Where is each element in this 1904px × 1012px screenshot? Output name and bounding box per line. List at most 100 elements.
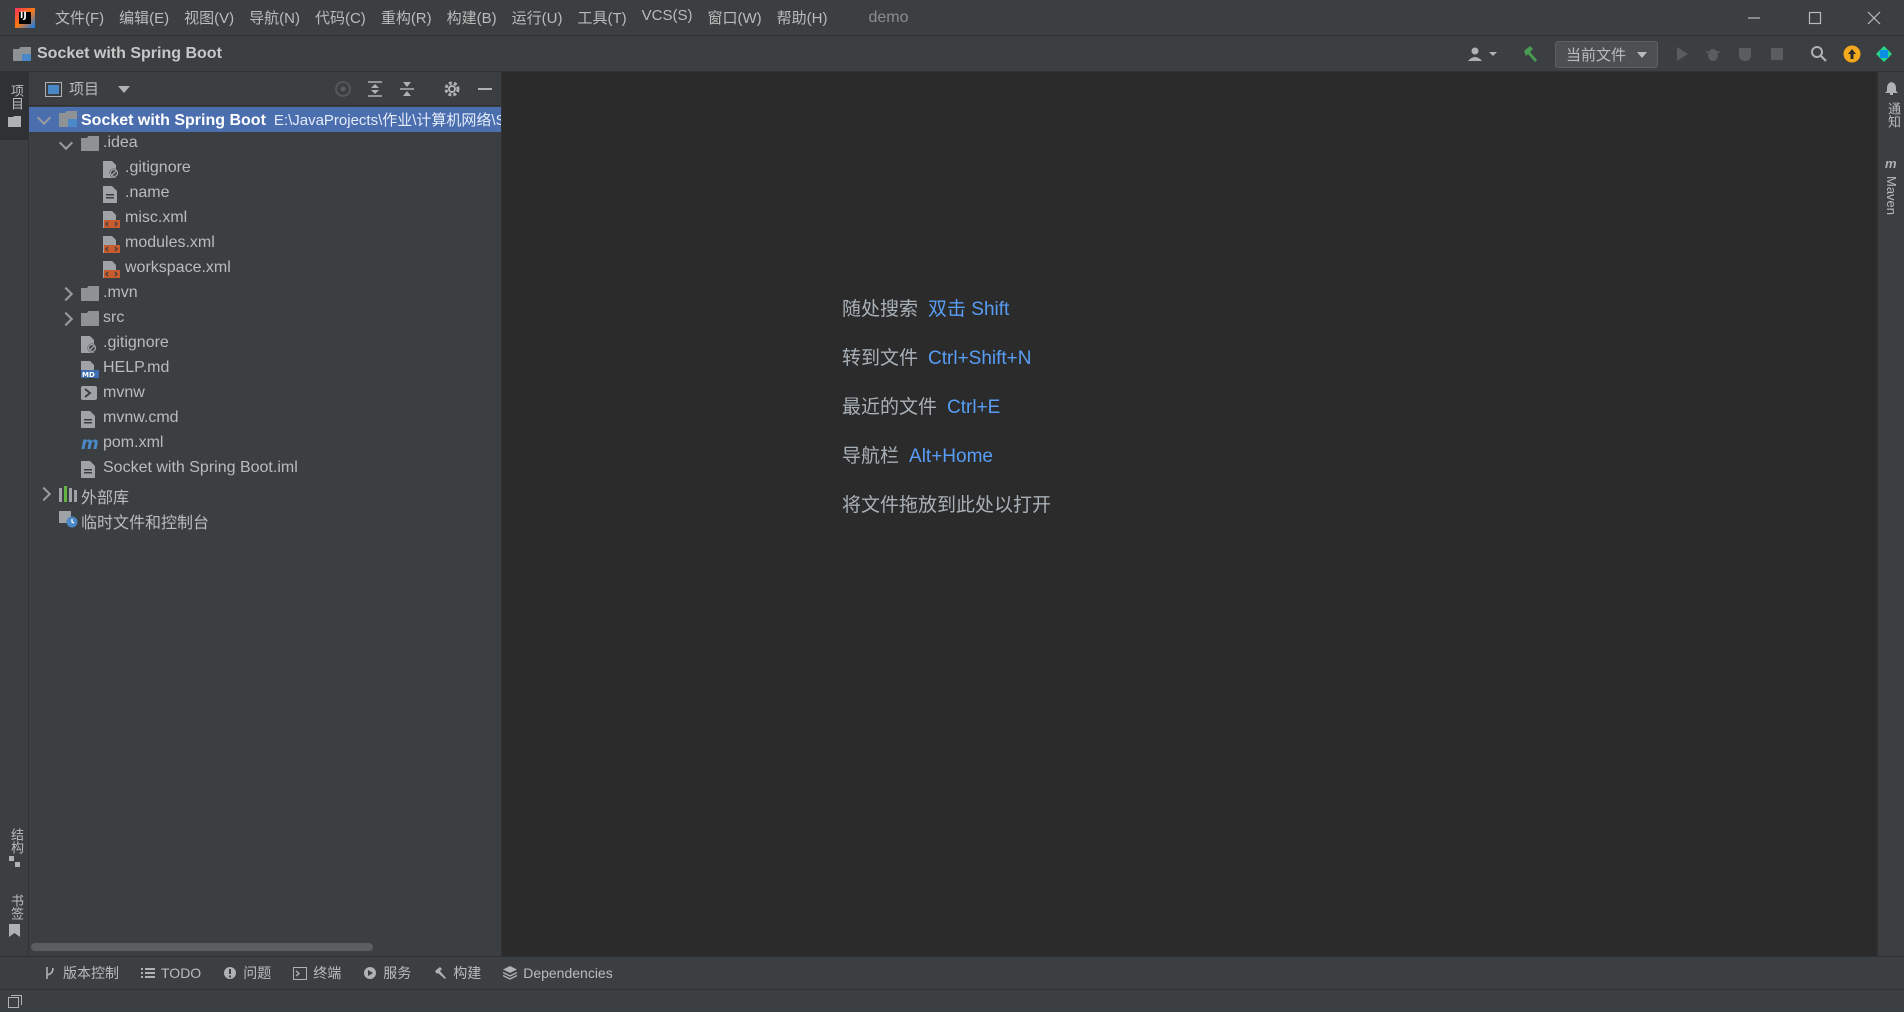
collapse-all-icon[interactable] (398, 80, 416, 98)
tree-row[interactable]: m pom.xml (29, 432, 501, 457)
gitignore-file-icon (103, 161, 119, 178)
tree-item-label: src (103, 309, 125, 326)
run-configuration-label: 当前文件 (1566, 47, 1627, 64)
tree-row[interactable]: Socket with Spring Boot.iml (29, 457, 501, 482)
tree-row[interactable]: 临时文件和控制台 (29, 507, 501, 532)
menu-item[interactable]: VCS(S) (642, 7, 693, 28)
maven-tool-tab[interactable]: m Maven (1878, 154, 1904, 234)
tree-row[interactable]: misc.xml (29, 207, 501, 232)
tree-row[interactable]: MD HELP.md (29, 357, 501, 382)
intellij-logo-icon: IJ (15, 7, 35, 28)
chevron-down-icon[interactable] (118, 86, 130, 94)
breadcrumb-project[interactable]: Socket with Spring Boot (37, 45, 222, 63)
run-with-coverage-icon[interactable] (1737, 46, 1753, 62)
menu-item[interactable]: 代码(C) (315, 7, 366, 28)
maximize-button[interactable] (1790, 0, 1840, 35)
horizontal-scrollbar[interactable] (31, 943, 373, 951)
tree-row[interactable]: mvnw.cmd (29, 407, 501, 432)
module-icon (59, 111, 77, 127)
debug-icon[interactable] (1705, 46, 1721, 62)
search-icon[interactable] (1810, 45, 1828, 63)
close-icon (1867, 11, 1881, 24)
hint-text: 转到文件 (842, 348, 919, 369)
run-configuration-select[interactable]: 当前文件 (1555, 41, 1658, 68)
menu-item[interactable]: 导航(N) (249, 7, 300, 28)
tree-item-text: .name (125, 184, 169, 202)
menu-item[interactable]: 文件(F) (55, 7, 104, 28)
tree-row[interactable]: mvnw (29, 382, 501, 407)
tree-row[interactable]: .gitignore (29, 157, 501, 182)
file-icon (103, 186, 117, 203)
project-view-selector[interactable]: 项目 (69, 78, 99, 99)
bottom-tab-label: 终端 (313, 965, 342, 981)
expand-all-icon[interactable] (366, 80, 384, 98)
notifications-tool-tab[interactable]: 通知 (1878, 78, 1904, 138)
bottom-tab[interactable]: TODO (141, 963, 201, 983)
gear-icon[interactable] (443, 80, 461, 98)
hint-text: 随处搜索 (842, 299, 919, 320)
chevron-down-icon[interactable] (58, 135, 74, 151)
tree-row[interactable]: Socket with Spring Boot E:\JavaProjects\作… (29, 107, 501, 132)
project-tree: Socket with Spring Boot E:\JavaProjects\作… (29, 107, 501, 532)
bottom-tab[interactable]: 问题 (223, 963, 271, 983)
xml-file-icon (103, 211, 120, 228)
hide-panel-icon[interactable] (476, 80, 494, 98)
window-title: demo (868, 8, 909, 26)
bottom-tab-label: Dependencies (523, 965, 613, 981)
menu-item[interactable]: 窗口(W) (707, 7, 761, 28)
bottom-tab[interactable]: 服务 (363, 963, 411, 983)
file-icon (81, 411, 95, 428)
chevron-down-icon[interactable] (36, 110, 52, 126)
chevron-right-icon[interactable] (58, 286, 74, 302)
project-tool-tab[interactable]: 项目 (0, 72, 28, 140)
tree-item-text: 外部库 (81, 484, 129, 508)
tree-item-text: HELP.md (103, 359, 169, 377)
bottom-tab[interactable]: 终端 (293, 963, 341, 983)
account-icon[interactable] (1467, 46, 1499, 62)
tree-row[interactable]: .name (29, 182, 501, 207)
tree-row[interactable]: src (29, 307, 501, 332)
select-opened-file-icon[interactable] (334, 80, 352, 98)
bottom-tab[interactable]: 版本控制 (43, 963, 119, 983)
xml-file-icon (103, 236, 120, 253)
jetbrains-toolbox-icon[interactable] (1875, 45, 1893, 63)
hint-shortcut: Ctrl+E (947, 397, 1001, 418)
bottom-tab-label: TODO (161, 965, 202, 981)
editor-empty-area[interactable]: 随处搜索 双击 Shift 转到文件 Ctrl+Shift+N 最近的文件 Ctrl+E 导… (502, 72, 1877, 956)
menu-item[interactable]: 工具(T) (577, 7, 626, 28)
tree-row[interactable]: 外部库 (29, 482, 501, 507)
tree-item-path: E:\JavaProjects\作业\计算机网络\S (273, 112, 501, 129)
tree-row[interactable]: .gitignore (29, 332, 501, 357)
build-hammer-icon[interactable] (1521, 45, 1539, 63)
minimize-button[interactable] (1729, 0, 1779, 35)
bottom-tab[interactable]: Dependencies (503, 963, 613, 983)
toggle-tool-windows-icon[interactable] (8, 995, 22, 1008)
run-icon[interactable] (1674, 46, 1690, 62)
menu-item[interactable]: 视图(V) (184, 7, 234, 28)
maven-file-icon: m (81, 434, 101, 454)
tree-row[interactable]: .idea (29, 132, 501, 157)
menu-item[interactable]: 帮助(H) (777, 7, 828, 28)
tree-row[interactable]: workspace.xml (29, 257, 501, 282)
folder-icon (81, 136, 99, 151)
editor-hint: 转到文件 Ctrl+Shift+N (842, 343, 1032, 370)
menu-item[interactable]: 运行(U) (512, 7, 563, 28)
tree-row[interactable]: .mvn (29, 282, 501, 307)
bookmarks-tool-tab[interactable]: 书签 (0, 886, 28, 938)
maven-icon: m (1885, 156, 1897, 171)
close-button[interactable] (1849, 0, 1899, 35)
tree-item-label: Socket with Spring Boot.iml (103, 459, 298, 476)
menu-item[interactable]: 编辑(E) (119, 7, 169, 28)
hint-shortcut: Alt+Home (909, 446, 993, 467)
structure-tool-tab[interactable]: 结构 (0, 820, 28, 868)
update-icon[interactable] (1843, 45, 1861, 63)
bottom-tab[interactable]: 构建 (433, 963, 481, 983)
chevron-right-icon[interactable] (36, 486, 52, 502)
menu-item[interactable]: 构建(B) (447, 7, 497, 28)
tree-item-text: .gitignore (125, 159, 191, 177)
tree-row[interactable]: modules.xml (29, 232, 501, 257)
stop-icon[interactable] (1770, 47, 1784, 61)
chevron-right-icon[interactable] (58, 311, 74, 327)
menu-item[interactable]: 重构(R) (381, 7, 432, 28)
library-icon (59, 486, 77, 502)
